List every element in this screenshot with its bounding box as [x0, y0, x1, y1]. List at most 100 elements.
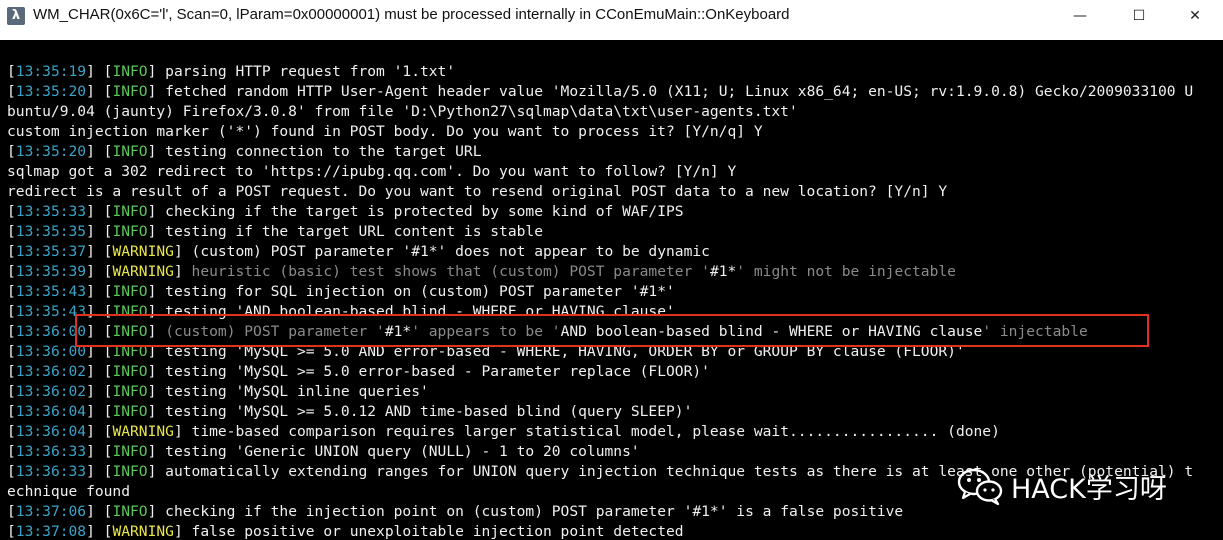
log-level-info: INFO — [112, 363, 148, 380]
log-level-info: INFO — [112, 463, 148, 480]
terminal-line: [13:35:39] [WARNING] heuristic (basic) t… — [7, 262, 956, 282]
log-text: [ — [7, 423, 16, 440]
log-level-info: INFO — [112, 83, 148, 100]
log-level-warning: WARNING — [112, 263, 174, 280]
log-text: ] fetched random HTTP User-Agent header … — [147, 83, 1194, 100]
minimize-button[interactable]: — — [1051, 0, 1109, 32]
log-timestamp: 13:35:20 — [15, 143, 87, 160]
log-text: [ — [7, 223, 16, 240]
terminal-line: buntu/9.04 (jaunty) Firefox/3.0.8' from … — [7, 102, 798, 122]
log-text: ] [ — [86, 143, 113, 160]
log-timestamp: 13:35:39 — [15, 263, 87, 280]
log-text: ] [ — [86, 283, 113, 300]
terminal-line: [13:35:19] [INFO] parsing HTTP request f… — [7, 62, 455, 82]
terminal-line: [13:36:02] [INFO] testing 'MySQL inline … — [7, 382, 429, 402]
log-text: custom injection marker ('*') found in P… — [7, 123, 763, 140]
terminal-line: [13:35:20] [INFO] testing connection to … — [7, 142, 481, 162]
log-text: [ — [7, 143, 16, 160]
log-text: [ — [7, 83, 16, 100]
log-level-info: INFO — [112, 223, 148, 240]
log-timestamp: 13:36:04 — [15, 403, 87, 420]
log-level-info: INFO — [112, 143, 148, 160]
log-timestamp: 13:35:33 — [15, 203, 87, 220]
log-text: ] testing connection to the target URL — [147, 143, 482, 160]
log-text: #1* — [709, 263, 737, 280]
log-text: ] false positive or unexploitable inject… — [173, 523, 684, 540]
log-level-info: INFO — [112, 63, 148, 80]
log-text: ] [ — [86, 203, 113, 220]
terminal-line: redirect is a result of a POST request. … — [7, 182, 947, 202]
log-level-info: INFO — [112, 283, 148, 300]
log-text: [ — [7, 463, 16, 480]
log-timestamp: 13:35:37 — [15, 243, 87, 260]
log-text: ] testing if the target URL content is s… — [147, 223, 543, 240]
log-level-info: INFO — [112, 503, 148, 520]
terminal-line: [13:35:37] [WARNING] (custom) POST param… — [7, 242, 710, 262]
log-text: ] [ — [86, 423, 113, 440]
log-text: ] checking if the injection point on (cu… — [147, 503, 904, 520]
log-text: buntu/9.04 (jaunty) Firefox/3.0.8' from … — [7, 103, 798, 120]
close-button[interactable]: ✕ — [1166, 0, 1223, 32]
log-timestamp: 13:37:06 — [15, 503, 87, 520]
log-text: ] testing 'Generic UNION query (NULL) - … — [147, 443, 640, 460]
log-text: [ — [7, 523, 16, 540]
terminal-line: sqlmap got a 302 redirect to 'https://ip… — [7, 162, 736, 182]
log-timestamp: 13:36:02 — [15, 363, 87, 380]
log-text: [ — [7, 263, 16, 280]
log-text: ] [ — [86, 383, 113, 400]
log-text: ] testing 'MySQL >= 5.0 error-based - Pa… — [147, 363, 710, 380]
title-bar[interactable]: λ WM_CHAR(0x6C='l', Scan=0, lParam=0x000… — [0, 0, 1223, 32]
log-text: [ — [7, 343, 16, 360]
log-text: [ — [7, 203, 16, 220]
terminal-line: custom injection marker ('*') found in P… — [7, 122, 763, 142]
terminal-line: [13:36:33] [INFO] testing 'Generic UNION… — [7, 442, 640, 462]
log-text: [ — [7, 243, 16, 260]
terminal-line: [13:35:35] [INFO] testing if the target … — [7, 222, 543, 242]
log-text-dim: heuristic (basic) test shows that (custo… — [191, 263, 710, 280]
log-level-info: INFO — [112, 383, 148, 400]
log-text: ] testing for SQL injection on (custom) … — [147, 283, 675, 300]
log-text: [ — [7, 503, 16, 520]
terminal-line: [13:35:33] [INFO] checking if the target… — [7, 202, 684, 222]
highlight-box — [75, 314, 1149, 347]
log-timestamp: 13:35:20 — [15, 83, 87, 100]
log-text: ] [ — [86, 463, 113, 480]
log-text: [ — [7, 63, 16, 80]
conemu-lambda-icon[interactable]: λ — [7, 7, 25, 25]
log-level-info: INFO — [112, 203, 148, 220]
log-text: ] [ — [86, 223, 113, 240]
log-text: ] time-based comparison requires larger … — [173, 423, 1000, 440]
terminal-line: [13:37:06] [INFO] checking if the inject… — [7, 502, 903, 522]
log-text: [ — [7, 323, 16, 340]
log-text: ] [ — [86, 83, 113, 100]
terminal-line: [13:36:04] [INFO] testing 'MySQL >= 5.0.… — [7, 402, 692, 422]
window-title: WM_CHAR(0x6C='l', Scan=0, lParam=0x00000… — [33, 6, 790, 23]
log-timestamp: 13:36:02 — [15, 383, 87, 400]
log-text: ] [ — [86, 363, 113, 380]
log-text: [ — [7, 283, 16, 300]
log-text: [ — [7, 403, 16, 420]
log-level-warning: WARNING — [112, 243, 174, 260]
terminal-line: echnique found — [7, 482, 130, 502]
log-text: ] parsing HTTP request from '1.txt' — [147, 63, 456, 80]
terminal-line: [13:35:43] [INFO] testing for SQL inject… — [7, 282, 675, 302]
log-text: ] [ — [86, 503, 113, 520]
wechat-logo-icon — [957, 467, 1003, 506]
log-text-dim: ' might not be injectable — [736, 263, 956, 280]
log-text: ] (custom) POST parameter '#1*' does not… — [173, 243, 710, 260]
terminal-line: [13:36:04] [WARNING] time-based comparis… — [7, 422, 1000, 442]
maximize-button[interactable]: ☐ — [1110, 0, 1168, 32]
terminal-output[interactable]: [13:35:19] [INFO] parsing HTTP request f… — [0, 40, 1223, 540]
log-text: [ — [7, 363, 16, 380]
log-text: [ — [7, 303, 16, 320]
log-text: ] [ — [86, 243, 113, 260]
log-text: ] [ — [86, 63, 113, 80]
log-text: sqlmap got a 302 redirect to 'https://ip… — [7, 163, 737, 180]
log-text: ] testing 'MySQL >= 5.0.12 AND time-base… — [147, 403, 693, 420]
log-text: echnique found — [7, 483, 131, 500]
log-text: ] [ — [86, 403, 113, 420]
log-text: ] [ — [86, 263, 113, 280]
terminal-line: [13:35:20] [INFO] fetched random HTTP Us… — [7, 82, 1193, 102]
log-level-info: INFO — [112, 443, 148, 460]
log-text: redirect is a result of a POST request. … — [7, 183, 948, 200]
